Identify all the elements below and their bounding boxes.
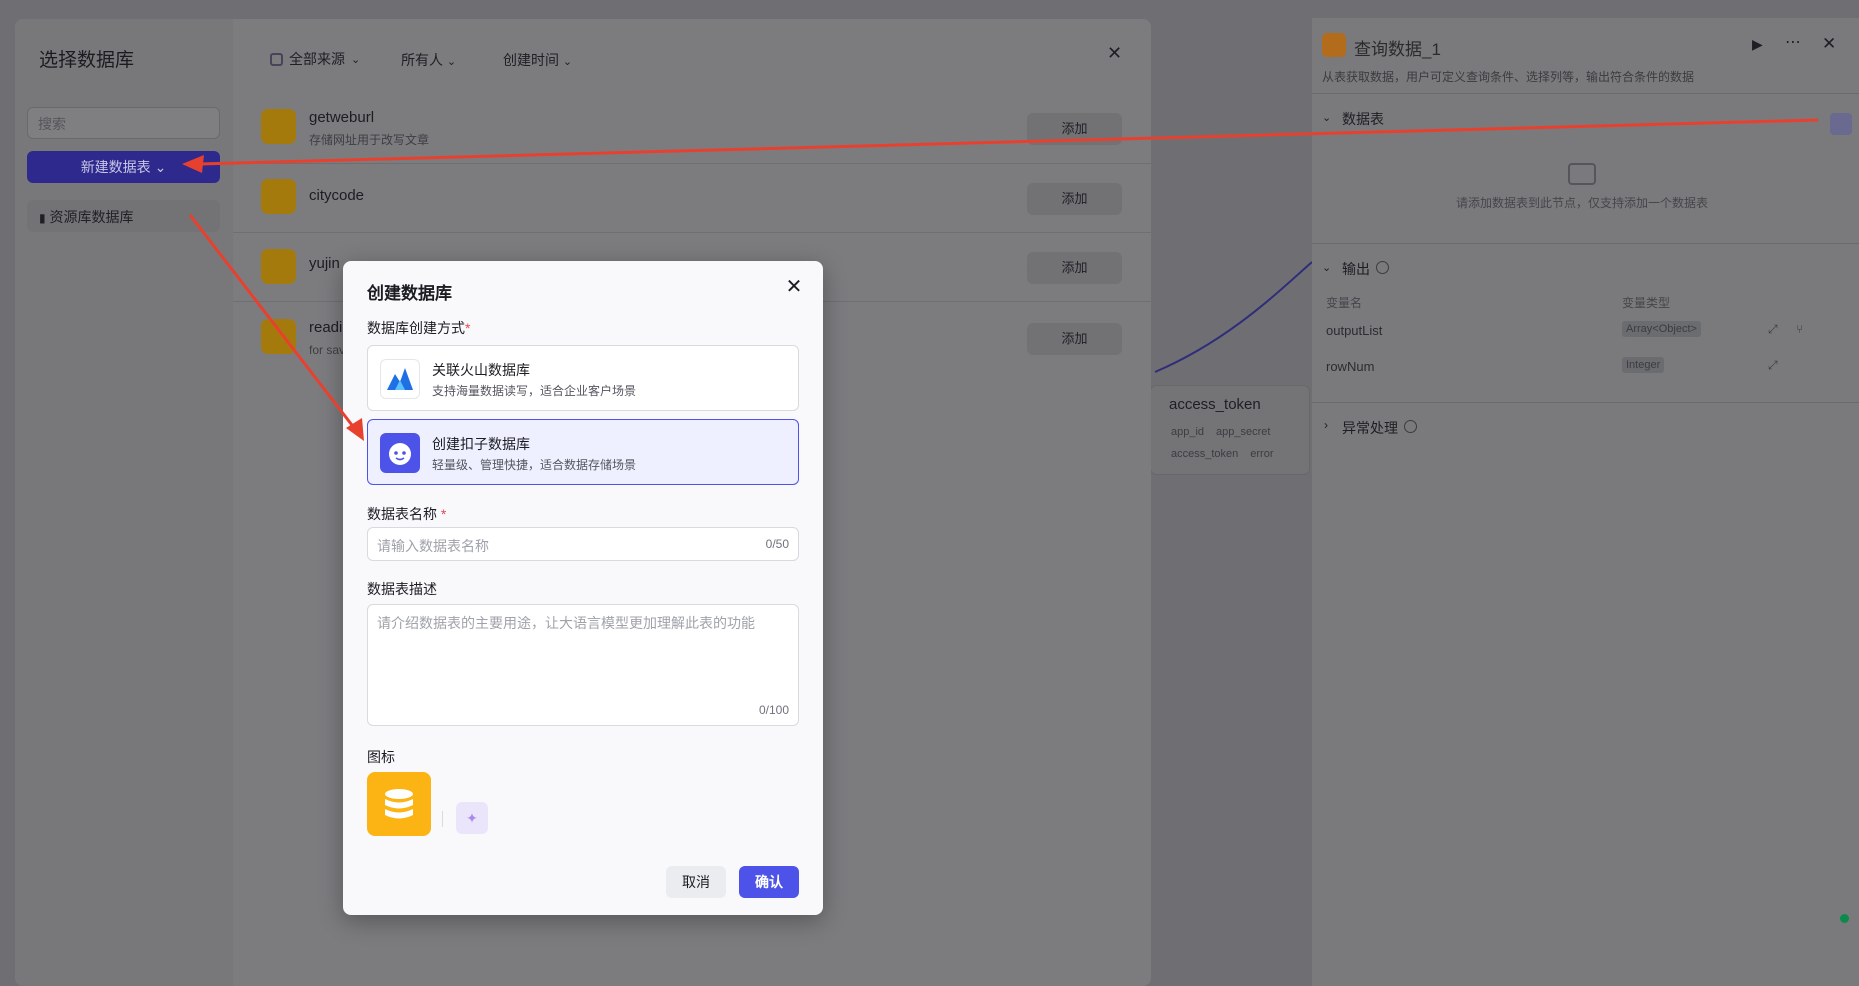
annotation-arrows — [182, 118, 1819, 441]
